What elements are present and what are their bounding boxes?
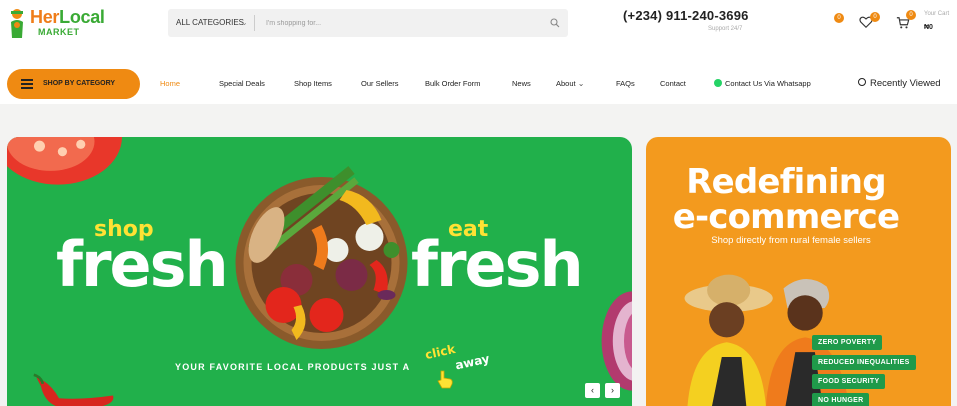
shop-by-category-button[interactable]: SHOP BY CATEGORY (7, 69, 140, 99)
nav-contact[interactable]: Contact (660, 69, 686, 99)
hamburger-icon (21, 79, 33, 89)
wishlist-count-badge: 0 (870, 12, 880, 22)
nav-our-sellers[interactable]: Our Sellers (361, 69, 399, 99)
compare-count-badge: 0 (834, 13, 844, 23)
chevron-down-icon[interactable]: ⌄ (241, 9, 248, 37)
nav-faqs[interactable]: FAQs (616, 69, 635, 99)
wishlist-button[interactable]: 0 (858, 10, 882, 32)
search-bar: ALL CATEGORIES ⌄ (168, 9, 568, 37)
nav-bulk-order-form[interactable]: Bulk Order Form (425, 69, 480, 99)
search-input[interactable] (266, 15, 536, 31)
sdg-pill: ZERO POVERTY (812, 335, 883, 350)
promo-title-line2: e-commerce (672, 197, 900, 237)
tomato-icon (7, 137, 122, 185)
logo-woman-icon (11, 9, 23, 38)
circle-icon (858, 78, 866, 87)
nav-home[interactable]: Home (160, 69, 180, 99)
site-header: HerLocal MARKET ALL CATEGORIES ⌄ (+234) … (0, 0, 957, 48)
hero-click-word: click (423, 341, 457, 363)
nav-whatsapp[interactable]: Contact Us Via Whatsapp (714, 69, 811, 99)
cart-label: Your Cart (924, 11, 950, 17)
page: HerLocal MARKET ALL CATEGORIES ⌄ (+234) … (0, 0, 957, 406)
main-nav: SHOP BY CATEGORY Home Special Deals Shop… (0, 62, 957, 104)
logo-subtitle: MARKET (38, 27, 80, 37)
cart-total: ₦0 (924, 24, 933, 31)
phone-number[interactable]: (+234) 911-240-3696 (623, 8, 749, 23)
promo-subtitle: Shop directly from rural female sellers (711, 235, 871, 246)
slider-next-button[interactable]: › (605, 383, 620, 398)
chili-pepper-icon (33, 373, 114, 406)
shop-by-category-label: SHOP BY CATEGORY (43, 80, 116, 87)
whatsapp-icon (714, 79, 722, 88)
chevron-down-icon: ⌄ (577, 79, 585, 88)
cart-button[interactable]: 0 (896, 10, 920, 32)
recently-viewed-button[interactable]: Recently Viewed (858, 69, 941, 99)
sdg-pill: FOOD SECURITY (812, 374, 886, 389)
promo-banner[interactable]: Redefining e-commerce Shop directly from… (646, 137, 951, 406)
search-icon[interactable] (550, 18, 560, 28)
nav-about[interactable]: About ⌄ (556, 69, 584, 99)
hero-away-word: away (453, 351, 491, 373)
nav-news[interactable]: News (512, 69, 531, 99)
hero-banner[interactable]: shop fresh eat fresh YOUR FAVORITE LOCAL… (7, 137, 632, 406)
promo-title-line1: Redefining (686, 162, 886, 202)
hero-fresh-right: fresh (411, 228, 584, 301)
logo[interactable]: HerLocal MARKET (8, 6, 108, 42)
nav-shop-items[interactable]: Shop Items (294, 69, 332, 99)
hero-fresh-left: fresh (56, 228, 229, 301)
compare-button[interactable]: 0 (832, 10, 856, 32)
hand-pointer-icon (437, 370, 453, 389)
category-select[interactable]: ALL CATEGORIES (176, 9, 244, 37)
logo-wordmark: HerLocal (30, 7, 105, 27)
slider-prev-button[interactable]: ‹ (585, 383, 600, 398)
search-divider (254, 15, 255, 31)
recently-viewed-label: Recently Viewed (870, 78, 941, 89)
sdg-pill: NO HUNGER (812, 393, 870, 406)
support-label: Support 24/7 (708, 26, 743, 32)
hero-tagline: YOUR FAVORITE LOCAL PRODUCTS JUST A (175, 362, 411, 372)
nav-whatsapp-label: Contact Us Via Whatsapp (725, 79, 811, 88)
nav-about-label: About (556, 79, 576, 88)
vegetable-basket-image (235, 166, 408, 349)
nav-special-deals[interactable]: Special Deals (219, 69, 265, 99)
cart-count-badge: 0 (906, 10, 916, 20)
sdg-pill: REDUCED INEQUALITIES (812, 355, 916, 370)
